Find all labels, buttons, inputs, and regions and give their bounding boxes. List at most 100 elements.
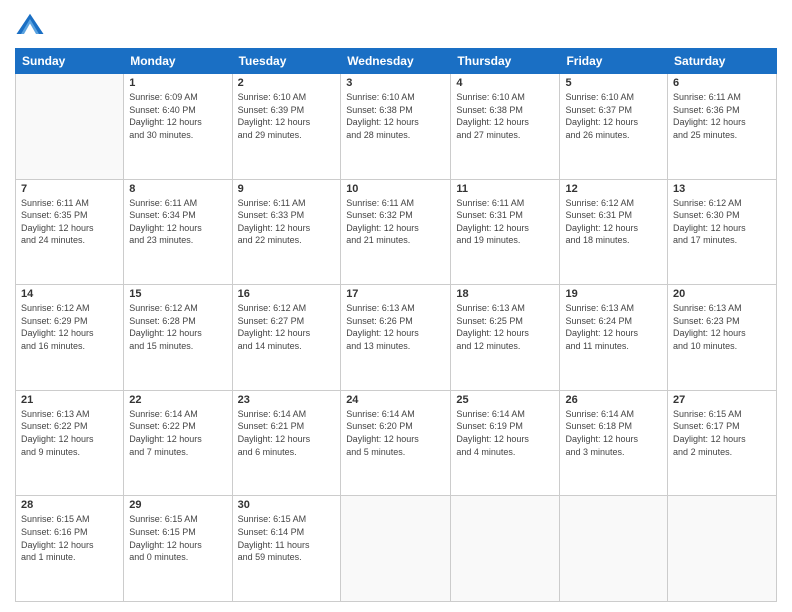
calendar-cell-20: 20 Sunrise: 6:13 AM Sunset: 6:23 PM Dayli… <box>668 285 777 391</box>
day-number: 5 <box>565 77 662 89</box>
day-number: 16 <box>238 288 336 300</box>
calendar-cell-6: 6 Sunrise: 6:11 AM Sunset: 6:36 PM Daylig… <box>668 74 777 180</box>
logo-icon <box>15 10 45 40</box>
day-info: Sunrise: 6:14 AM Sunset: 6:20 PM Dayligh… <box>346 408 445 458</box>
calendar-week-3: 21 Sunrise: 6:13 AM Sunset: 6:22 PM Dayli… <box>16 390 777 496</box>
calendar-cell-14: 14Sunrise: 6:12 AM Sunset: 6:29 PM Dayli… <box>16 285 124 391</box>
calendar-cell-2: 2 Sunrise: 6:10 AM Sunset: 6:39 PM Daylig… <box>232 74 341 180</box>
day-number: 27 <box>673 394 771 406</box>
calendar-cell-empty <box>16 74 124 180</box>
calendar-cell-19: 19 Sunrise: 6:13 AM Sunset: 6:24 PM Dayli… <box>560 285 668 391</box>
day-info: Sunrise: 6:11 AM Sunset: 6:31 PM Dayligh… <box>456 197 554 247</box>
day-number: 21 <box>21 394 118 406</box>
day-info: Sunrise: 6:11 AM Sunset: 6:36 PM Dayligh… <box>673 91 771 141</box>
day-number: 22 <box>129 394 226 406</box>
day-number: 19 <box>565 288 662 300</box>
day-info: Sunrise: 6:12 AM Sunset: 6:28 PM Dayligh… <box>129 302 226 352</box>
calendar-week-4: 28Sunrise: 6:15 AM Sunset: 6:16 PM Dayli… <box>16 496 777 602</box>
calendar-week-0: 1 Sunrise: 6:09 AM Sunset: 6:40 PM Daylig… <box>16 74 777 180</box>
day-info: Sunrise: 6:13 AM Sunset: 6:22 PM Dayligh… <box>21 408 118 458</box>
day-number: 1 <box>129 77 226 89</box>
day-number: 8 <box>129 183 226 195</box>
day-info: Sunrise: 6:15 AM Sunset: 6:16 PM Dayligh… <box>21 513 118 563</box>
day-info: Sunrise: 6:14 AM Sunset: 6:22 PM Dayligh… <box>129 408 226 458</box>
day-info: Sunrise: 6:11 AM Sunset: 6:32 PM Dayligh… <box>346 197 445 247</box>
day-info: Sunrise: 6:14 AM Sunset: 6:19 PM Dayligh… <box>456 408 554 458</box>
day-number: 11 <box>456 183 554 195</box>
day-info: Sunrise: 6:12 AM Sunset: 6:29 PM Dayligh… <box>21 302 118 352</box>
calendar-week-2: 14Sunrise: 6:12 AM Sunset: 6:29 PM Dayli… <box>16 285 777 391</box>
calendar-cell-empty <box>668 496 777 602</box>
day-number: 13 <box>673 183 771 195</box>
day-info: Sunrise: 6:10 AM Sunset: 6:38 PM Dayligh… <box>346 91 445 141</box>
day-number: 4 <box>456 77 554 89</box>
day-info: Sunrise: 6:13 AM Sunset: 6:24 PM Dayligh… <box>565 302 662 352</box>
day-number: 30 <box>238 499 336 511</box>
day-number: 10 <box>346 183 445 195</box>
calendar-cell-17: 17 Sunrise: 6:13 AM Sunset: 6:26 PM Dayli… <box>341 285 451 391</box>
calendar-cell-16: 16 Sunrise: 6:12 AM Sunset: 6:27 PM Dayli… <box>232 285 341 391</box>
day-number: 23 <box>238 394 336 406</box>
calendar-cell-3: 3 Sunrise: 6:10 AM Sunset: 6:38 PM Daylig… <box>341 74 451 180</box>
calendar-cell-23: 23Sunrise: 6:14 AM Sunset: 6:21 PM Dayli… <box>232 390 341 496</box>
calendar-cell-28: 28Sunrise: 6:15 AM Sunset: 6:16 PM Dayli… <box>16 496 124 602</box>
day-info: Sunrise: 6:12 AM Sunset: 6:31 PM Dayligh… <box>565 197 662 247</box>
calendar-cell-8: 8 Sunrise: 6:11 AM Sunset: 6:34 PM Daylig… <box>124 179 232 285</box>
calendar-table: SundayMondayTuesdayWednesdayThursdayFrid… <box>15 48 777 602</box>
calendar-cell-30: 30Sunrise: 6:15 AM Sunset: 6:14 PM Dayli… <box>232 496 341 602</box>
calendar-cell-empty <box>451 496 560 602</box>
day-info: Sunrise: 6:12 AM Sunset: 6:30 PM Dayligh… <box>673 197 771 247</box>
calendar-header-row: SundayMondayTuesdayWednesdayThursdayFrid… <box>16 49 777 74</box>
calendar-header-thursday: Thursday <box>451 49 560 74</box>
day-info: Sunrise: 6:12 AM Sunset: 6:27 PM Dayligh… <box>238 302 336 352</box>
day-info: Sunrise: 6:15 AM Sunset: 6:17 PM Dayligh… <box>673 408 771 458</box>
calendar-header-saturday: Saturday <box>668 49 777 74</box>
day-number: 2 <box>238 77 336 89</box>
day-number: 7 <box>21 183 118 195</box>
page: SundayMondayTuesdayWednesdayThursdayFrid… <box>0 0 792 612</box>
calendar-cell-1: 1 Sunrise: 6:09 AM Sunset: 6:40 PM Daylig… <box>124 74 232 180</box>
day-info: Sunrise: 6:13 AM Sunset: 6:23 PM Dayligh… <box>673 302 771 352</box>
calendar-cell-21: 21 Sunrise: 6:13 AM Sunset: 6:22 PM Dayli… <box>16 390 124 496</box>
day-info: Sunrise: 6:11 AM Sunset: 6:35 PM Dayligh… <box>21 197 118 247</box>
calendar-cell-18: 18Sunrise: 6:13 AM Sunset: 6:25 PM Dayli… <box>451 285 560 391</box>
calendar-cell-5: 5 Sunrise: 6:10 AM Sunset: 6:37 PM Daylig… <box>560 74 668 180</box>
day-info: Sunrise: 6:10 AM Sunset: 6:39 PM Dayligh… <box>238 91 336 141</box>
day-number: 26 <box>565 394 662 406</box>
day-info: Sunrise: 6:13 AM Sunset: 6:25 PM Dayligh… <box>456 302 554 352</box>
day-info: Sunrise: 6:11 AM Sunset: 6:34 PM Dayligh… <box>129 197 226 247</box>
day-number: 29 <box>129 499 226 511</box>
day-number: 9 <box>238 183 336 195</box>
day-info: Sunrise: 6:13 AM Sunset: 6:26 PM Dayligh… <box>346 302 445 352</box>
calendar-week-1: 7 Sunrise: 6:11 AM Sunset: 6:35 PM Daylig… <box>16 179 777 285</box>
calendar-header-sunday: Sunday <box>16 49 124 74</box>
calendar-cell-13: 13 Sunrise: 6:12 AM Sunset: 6:30 PM Dayli… <box>668 179 777 285</box>
calendar-cell-15: 15 Sunrise: 6:12 AM Sunset: 6:28 PM Dayli… <box>124 285 232 391</box>
calendar-cell-10: 10 Sunrise: 6:11 AM Sunset: 6:32 PM Dayli… <box>341 179 451 285</box>
calendar-cell-24: 24Sunrise: 6:14 AM Sunset: 6:20 PM Dayli… <box>341 390 451 496</box>
day-number: 25 <box>456 394 554 406</box>
day-info: Sunrise: 6:15 AM Sunset: 6:15 PM Dayligh… <box>129 513 226 563</box>
calendar-header-tuesday: Tuesday <box>232 49 341 74</box>
day-number: 3 <box>346 77 445 89</box>
calendar-cell-4: 4 Sunrise: 6:10 AM Sunset: 6:38 PM Daylig… <box>451 74 560 180</box>
calendar-cell-7: 7 Sunrise: 6:11 AM Sunset: 6:35 PM Daylig… <box>16 179 124 285</box>
day-number: 17 <box>346 288 445 300</box>
day-info: Sunrise: 6:11 AM Sunset: 6:33 PM Dayligh… <box>238 197 336 247</box>
day-info: Sunrise: 6:14 AM Sunset: 6:18 PM Dayligh… <box>565 408 662 458</box>
calendar-cell-9: 9 Sunrise: 6:11 AM Sunset: 6:33 PM Daylig… <box>232 179 341 285</box>
calendar-header-monday: Monday <box>124 49 232 74</box>
calendar-cell-11: 11 Sunrise: 6:11 AM Sunset: 6:31 PM Dayli… <box>451 179 560 285</box>
day-number: 15 <box>129 288 226 300</box>
calendar-cell-27: 27 Sunrise: 6:15 AM Sunset: 6:17 PM Dayli… <box>668 390 777 496</box>
day-number: 6 <box>673 77 771 89</box>
day-info: Sunrise: 6:10 AM Sunset: 6:37 PM Dayligh… <box>565 91 662 141</box>
day-info: Sunrise: 6:10 AM Sunset: 6:38 PM Dayligh… <box>456 91 554 141</box>
calendar-cell-12: 12Sunrise: 6:12 AM Sunset: 6:31 PM Dayli… <box>560 179 668 285</box>
day-info: Sunrise: 6:09 AM Sunset: 6:40 PM Dayligh… <box>129 91 226 141</box>
logo <box>15 10 49 40</box>
day-number: 20 <box>673 288 771 300</box>
calendar-cell-25: 25 Sunrise: 6:14 AM Sunset: 6:19 PM Dayli… <box>451 390 560 496</box>
calendar-cell-empty <box>560 496 668 602</box>
calendar-cell-29: 29 Sunrise: 6:15 AM Sunset: 6:15 PM Dayli… <box>124 496 232 602</box>
